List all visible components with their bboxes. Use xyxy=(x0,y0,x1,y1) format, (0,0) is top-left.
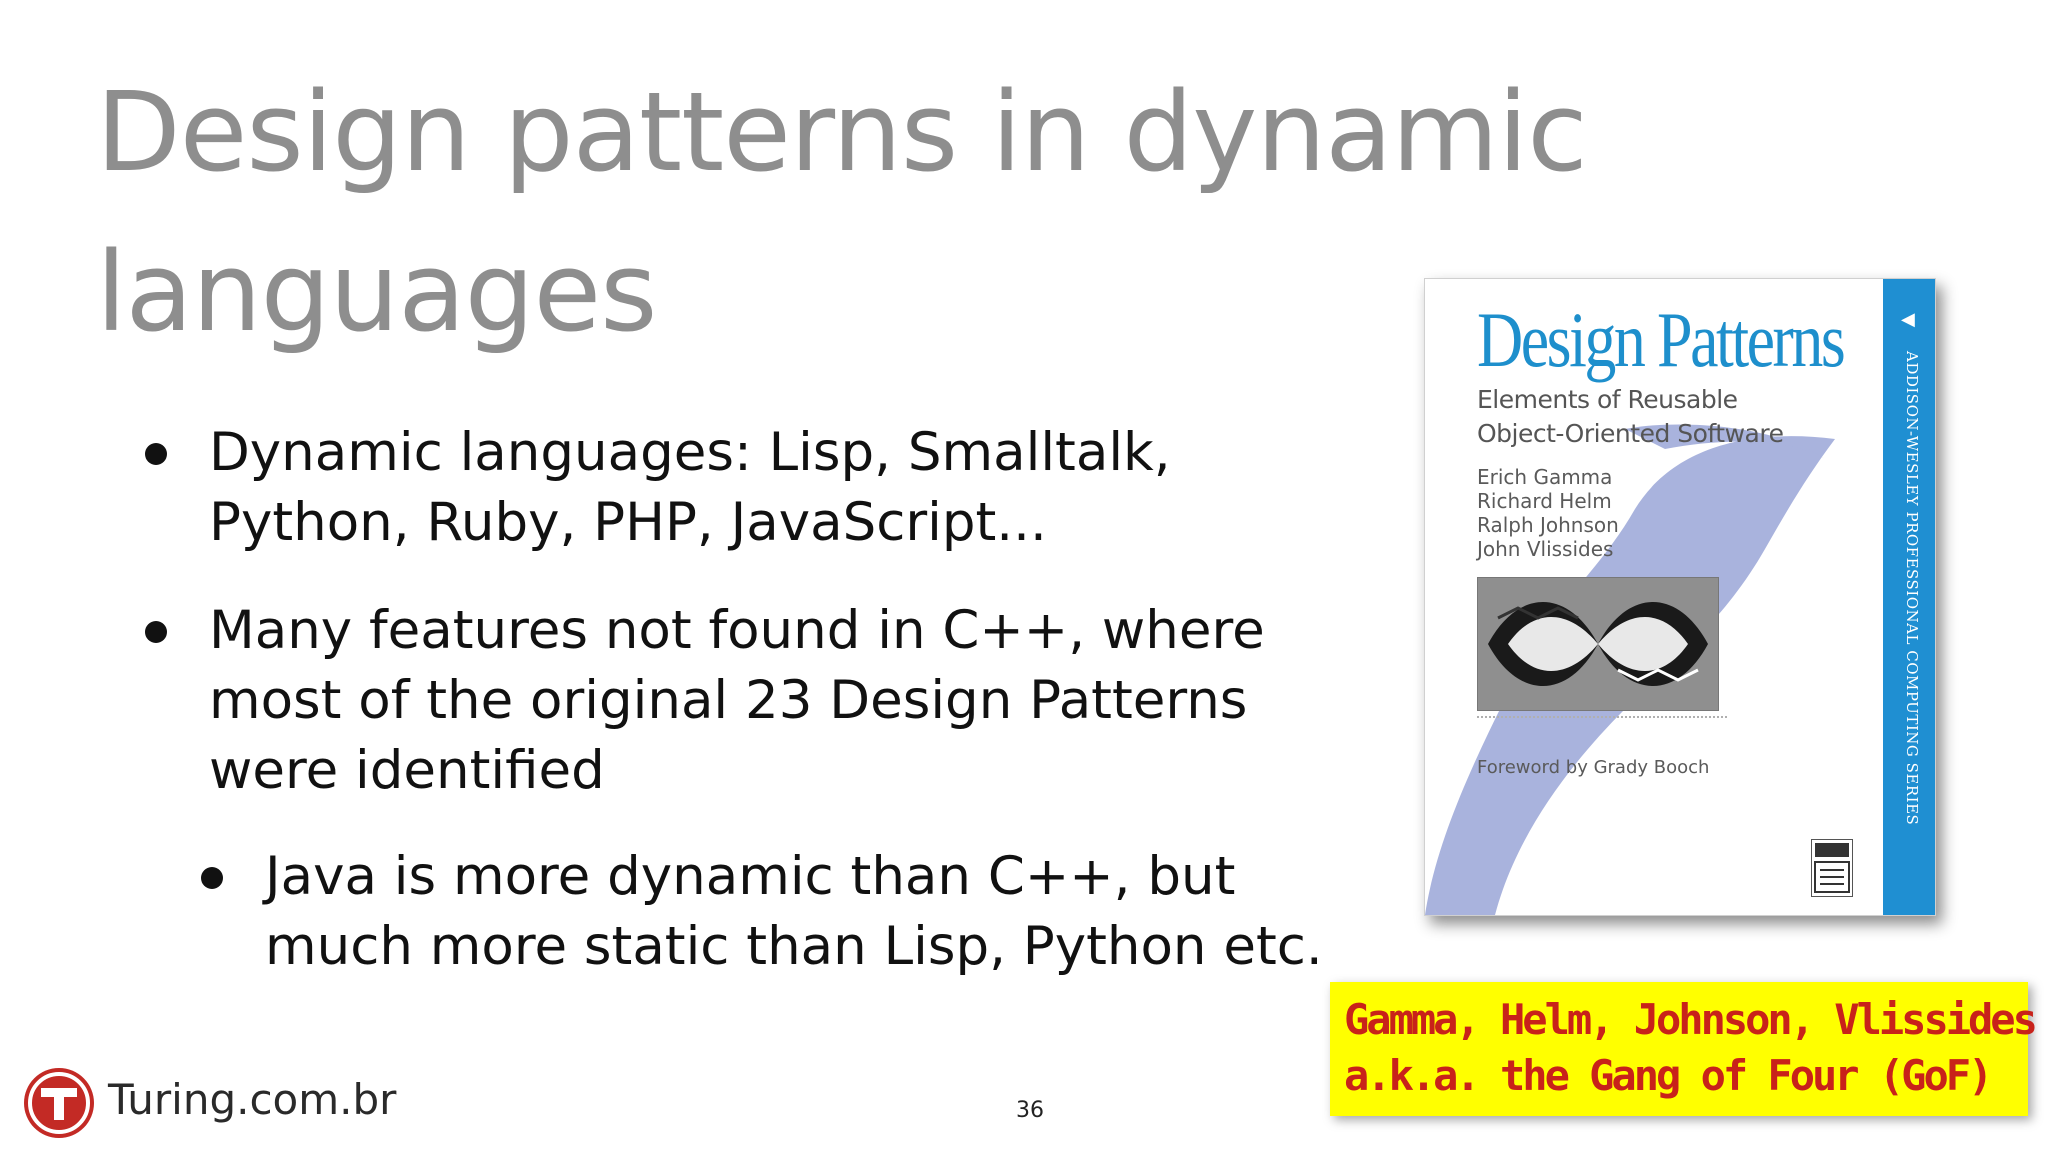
escher-artwork xyxy=(1477,577,1719,711)
book-author: Erich Gamma xyxy=(1477,465,1613,489)
publisher-logo-icon xyxy=(1811,839,1853,897)
sub-bullet-item: Java is more dynamic than C++, but much … xyxy=(201,842,1365,982)
gof-callout: Gamma, Helm, Johnson, Vlissides a.k.a. t… xyxy=(1330,982,2038,1116)
series-label: Addison-Wesley Professional Computing Se… xyxy=(1903,351,1921,826)
book-cover-image: Design Patterns Elements of Reusable Obj… xyxy=(1424,278,1936,916)
book-authors: Erich Gamma Richard Helm Ralph Johnson J… xyxy=(1477,465,1619,561)
bullet-item: Many features not found in C++, where mo… xyxy=(145,596,1359,806)
book-subtitle-line: Elements of Reusable xyxy=(1477,385,1738,414)
turing-logo-text: Turing.com.br xyxy=(108,1075,397,1124)
bullet-text: Java is more dynamic than C++, but much … xyxy=(265,846,1323,977)
bullet-item: Dynamic languages: Lisp, Smalltalk, Pyth… xyxy=(145,418,1359,558)
callout-line: Gamma, Helm, Johnson, Vlissides xyxy=(1344,995,2038,1044)
bullet-dot-icon xyxy=(201,867,223,889)
turing-logo-icon xyxy=(24,1068,94,1138)
book-subtitle-line: Object-Oriented Software xyxy=(1477,419,1784,448)
book-author: Richard Helm xyxy=(1477,489,1612,513)
book-foreword: Foreword by Grady Booch xyxy=(1477,757,1710,778)
artwork-caption xyxy=(1477,716,1727,724)
bullet-list: Dynamic languages: Lisp, Smalltalk, Pyth… xyxy=(0,0,1400,1152)
bullet-text: Dynamic languages: Lisp, Smalltalk, Pyth… xyxy=(209,422,1171,553)
book-subtitle: Elements of Reusable Object-Oriented Sof… xyxy=(1477,383,1857,451)
callout-line: a.k.a. the Gang of Four (GoF) xyxy=(1344,1051,1993,1100)
book-spine: ◀ Addison-Wesley Professional Computing … xyxy=(1883,279,1935,915)
turing-logo: Turing.com.br xyxy=(24,1064,424,1148)
book-title: Design Patterns xyxy=(1477,296,1846,383)
bullet-text: Many features not found in C++, where mo… xyxy=(209,600,1265,801)
book-author: John Vlissides xyxy=(1477,537,1614,561)
book-author: Ralph Johnson xyxy=(1477,513,1619,537)
bullet-dot-icon xyxy=(145,443,167,465)
page-number: 36 xyxy=(1016,1098,1044,1123)
bullet-dot-icon xyxy=(145,621,167,643)
spine-arrow-icon: ◀ xyxy=(1901,309,1915,330)
